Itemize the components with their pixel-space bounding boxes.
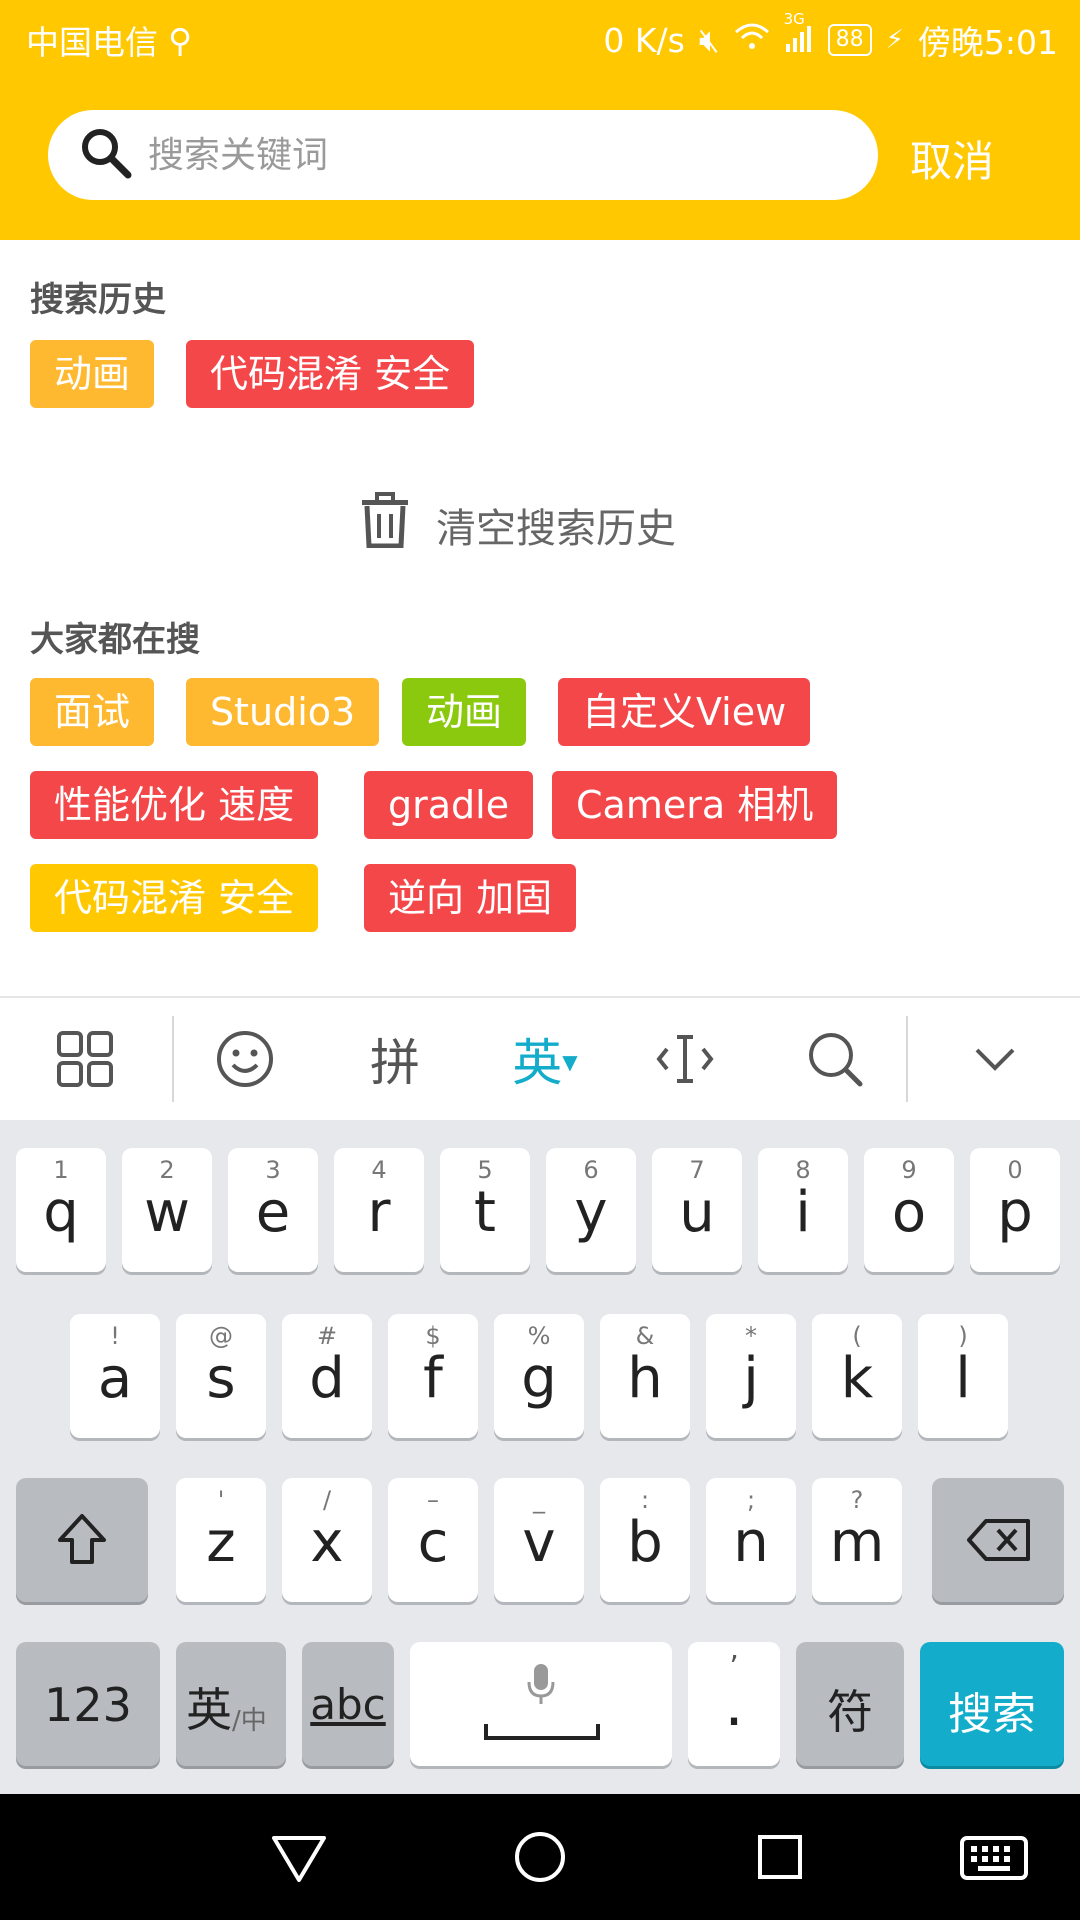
- clear-history-label: 清空搜索历史: [436, 506, 676, 552]
- net-speed: 0 K/s: [603, 20, 685, 60]
- home-icon[interactable]: [507, 1824, 573, 1890]
- toolbar-separator: [172, 1016, 174, 1102]
- english-mode-label: 英: [512, 1034, 563, 1092]
- clear-history-button[interactable]: 清空搜索历史: [360, 492, 676, 558]
- key-y[interactable]: 6y: [546, 1148, 636, 1272]
- shift-key[interactable]: [16, 1478, 148, 1602]
- emoji-icon[interactable]: [190, 998, 300, 1120]
- history-title: 搜索历史: [30, 280, 166, 320]
- period-key[interactable]: ’ .: [688, 1642, 780, 1766]
- microphone-icon: [526, 1662, 556, 1710]
- key-h[interactable]: & h: [600, 1314, 690, 1438]
- signal-icon: 3G: [784, 10, 814, 56]
- keyboard: 1q 2w 3e 4r 5t 6y 7u 8i 9o 0p ! a @ s # d $…: [0, 1120, 1080, 1794]
- key-e[interactable]: 3e: [228, 1148, 318, 1272]
- key-p[interactable]: 0p: [970, 1148, 1060, 1272]
- key-v[interactable]: _ v: [494, 1478, 584, 1602]
- carrier-label: 中国电信: [26, 23, 158, 62]
- key-l[interactable]: ) l: [918, 1314, 1008, 1438]
- keyboard-toolbar: 拼 英 ▼: [0, 998, 1080, 1120]
- popular-title: 大家都在搜: [30, 620, 200, 660]
- battery-icon: 88: [827, 24, 872, 56]
- key-w[interactable]: 2w: [122, 1148, 212, 1272]
- key-z[interactable]: ' z: [176, 1478, 266, 1602]
- key-b[interactable]: :b: [600, 1478, 690, 1602]
- shift-icon: [56, 1512, 108, 1570]
- recents-icon[interactable]: [747, 1824, 813, 1890]
- popular-tag[interactable]: 自定义View: [558, 678, 811, 746]
- backspace-icon: [966, 1518, 1032, 1566]
- usb-icon: ⚲: [168, 20, 193, 60]
- popular-tag[interactable]: 性能优化 速度: [30, 771, 319, 839]
- key-j[interactable]: * j: [706, 1314, 796, 1438]
- history-tag[interactable]: 代码混淆 安全: [186, 340, 475, 408]
- popular-tag[interactable]: 代码混淆 安全: [30, 864, 319, 932]
- popular-tag[interactable]: Studio3: [186, 678, 380, 746]
- toolbar-separator: [906, 1016, 908, 1102]
- space-key[interactable]: [410, 1642, 672, 1766]
- numbers-key[interactable]: 123: [16, 1642, 160, 1766]
- key-g[interactable]: % g: [494, 1314, 584, 1438]
- navigation-bar: [0, 1794, 1080, 1920]
- charging-icon: ⚡: [885, 25, 904, 55]
- popular-tag[interactable]: gradle: [364, 771, 534, 839]
- backspace-key[interactable]: [932, 1478, 1064, 1602]
- key-q[interactable]: 1q: [16, 1148, 106, 1272]
- hide-keyboard-icon[interactable]: [940, 998, 1050, 1120]
- apps-grid-icon[interactable]: [30, 998, 140, 1120]
- english-mode-button[interactable]: 英 ▼: [490, 998, 600, 1120]
- popular-tag[interactable]: Camera 相机: [552, 771, 838, 839]
- key-u[interactable]: 7u: [652, 1148, 742, 1272]
- status-bar: 中国电信 ⚲ 0 K/s 🔇︎ 3G 88 ⚡ 傍晚5:01: [0, 0, 1080, 76]
- key-r[interactable]: 4r: [334, 1148, 424, 1272]
- key-m[interactable]: ? m: [812, 1478, 902, 1602]
- symbols-key[interactable]: 符: [796, 1642, 904, 1766]
- popular-tag[interactable]: 面试: [30, 678, 155, 746]
- history-tag[interactable]: 动画: [30, 340, 155, 408]
- popular-tag[interactable]: 逆向 加固: [364, 864, 577, 932]
- key-c[interactable]: – c: [388, 1478, 478, 1602]
- trash-icon: [360, 492, 410, 558]
- search-input[interactable]: [148, 134, 828, 176]
- mute-icon: 🔇︎: [698, 20, 720, 59]
- key-i[interactable]: 8i: [758, 1148, 848, 1272]
- search-box[interactable]: [48, 110, 878, 200]
- keyboard-search-icon[interactable]: [780, 998, 890, 1120]
- key-n[interactable]: ; n: [706, 1478, 796, 1602]
- back-icon[interactable]: [266, 1824, 332, 1890]
- key-s[interactable]: @ s: [176, 1314, 266, 1438]
- space-bar-icon: [484, 1722, 600, 1746]
- language-switch-key[interactable]: 英 /中: [176, 1642, 286, 1766]
- key-d[interactable]: # d: [282, 1314, 372, 1438]
- key-x[interactable]: / x: [282, 1478, 372, 1602]
- search-key[interactable]: 搜索: [920, 1642, 1064, 1766]
- wifi-icon: [734, 21, 770, 60]
- key-k[interactable]: (k: [812, 1314, 902, 1438]
- caret-down-icon: ▼: [562, 1050, 578, 1074]
- abc-key[interactable]: abc: [302, 1642, 394, 1766]
- clock: 傍晚5:01: [917, 23, 1058, 62]
- cursor-move-icon[interactable]: [630, 998, 740, 1120]
- search-icon: [78, 125, 134, 185]
- key-o[interactable]: 9o: [864, 1148, 954, 1272]
- popular-tag[interactable]: 动画: [402, 678, 527, 746]
- keyboard-switch-icon[interactable]: [958, 1824, 1030, 1890]
- header: 中国电信 ⚲ 0 K/s 🔇︎ 3G 88 ⚡ 傍晚5:01 取消: [0, 0, 1080, 240]
- key-t[interactable]: 5t: [440, 1148, 530, 1272]
- cancel-button[interactable]: 取消: [910, 128, 994, 189]
- key-f[interactable]: $ f: [388, 1314, 478, 1438]
- pinyin-mode-button[interactable]: 拼: [340, 998, 450, 1120]
- key-a[interactable]: ! a: [70, 1314, 160, 1438]
